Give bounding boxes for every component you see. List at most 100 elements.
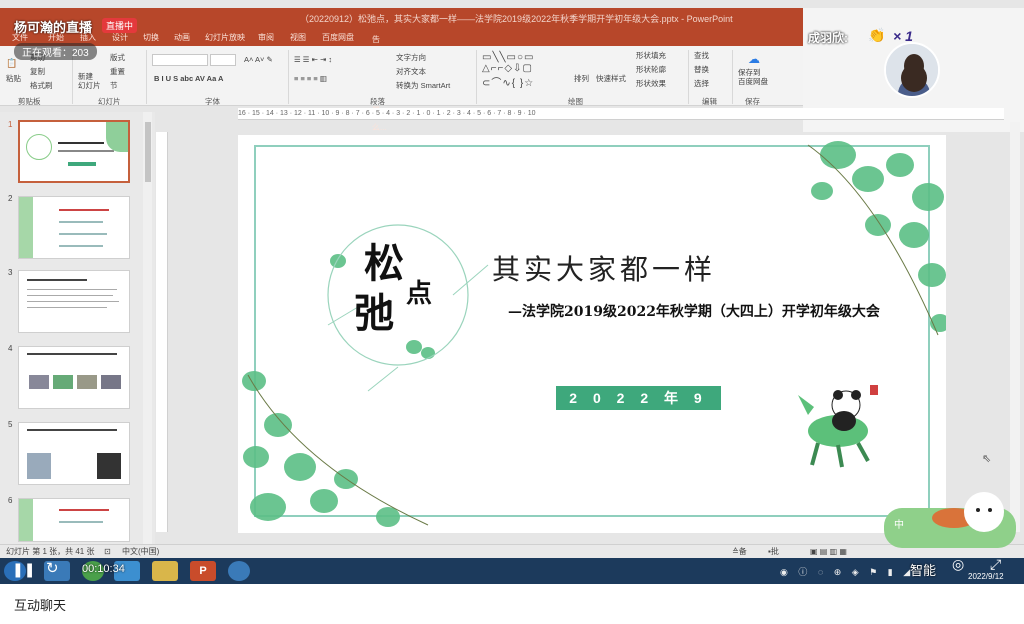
gift-sender-name: 成羽欣: xyxy=(808,31,848,45)
font-grow-shrink-buttons[interactable]: A˄ A˅ ✎ xyxy=(244,55,273,64)
editor-scrollbar[interactable] xyxy=(1010,122,1020,532)
copy-button[interactable]: 复制 xyxy=(30,66,45,77)
slide-canvas[interactable]: 松 弛 点 其实大家都一样 —法学院2019级2022年秋学期（大四上）开学初年… xyxy=(238,135,946,533)
tab-design[interactable]: 设计 xyxy=(112,32,128,43)
thumbnail-number: 6 xyxy=(8,496,13,505)
new-slide-button[interactable]: 新建 幻灯片 xyxy=(78,72,101,90)
quality-smart-button[interactable]: 智能 xyxy=(910,560,936,579)
thumb-line xyxy=(59,509,109,511)
thumb-photo xyxy=(77,375,97,389)
shape-fill-button[interactable]: 形状填充 xyxy=(636,50,666,61)
folder-icon[interactable] xyxy=(152,561,178,581)
slide-main-title: 其实大家都一样 xyxy=(492,253,717,286)
taskbar-date: 2022/9/12 xyxy=(968,572,1004,581)
quick-styles-button[interactable]: 快速样式 xyxy=(596,73,626,84)
thumb-leaf-decor xyxy=(19,197,33,258)
tab-view[interactable]: 视图 xyxy=(290,32,306,43)
reset-button[interactable]: 重置 xyxy=(110,66,125,77)
windows-taskbar: P ◉ ⓘ ◌ ⊕ ◈ ⚑ ▮ ◢ xyxy=(0,558,1024,584)
select-button[interactable]: 选择 xyxy=(694,78,709,89)
align-text-button[interactable]: 对齐文本 xyxy=(396,66,426,77)
system-tray-icons[interactable]: ◉ ⓘ ◌ ⊕ ◈ ⚑ ▮ ◢ xyxy=(780,565,914,578)
group-label-clipboard: 剪贴板 xyxy=(18,97,41,106)
group-label-paragraph: 段落 xyxy=(370,97,385,106)
text-direction-button[interactable]: 文字方向 xyxy=(396,52,426,63)
thumb-line xyxy=(59,521,103,523)
fullscreen-icon[interactable]: ⤢ xyxy=(990,556,1001,573)
tab-baidu-pan[interactable]: 百度网盘 xyxy=(322,32,354,43)
shape-effects-button[interactable]: 形状效果 xyxy=(636,78,666,89)
thumb-photo xyxy=(97,453,121,479)
slide-thumbnail-1[interactable] xyxy=(18,120,130,183)
thumb-leaf-decor xyxy=(19,499,33,541)
vertical-ruler xyxy=(156,132,168,532)
shape-outline-button[interactable]: 形状轮廓 xyxy=(636,64,666,75)
thumb-line xyxy=(27,279,87,281)
ribbon: 📋 粘贴 剪切 复制 格式刷 剪贴板 新建 幻灯片 版式 重置 节 幻灯片 A˄… xyxy=(0,46,803,106)
clapping-hands-icon: 👏 xyxy=(868,27,886,43)
slide-date-banner: 2 0 2 2 年 9 月 xyxy=(556,386,721,430)
tab-review[interactable]: 审阅 xyxy=(258,32,274,43)
powerpoint-icon[interactable]: P xyxy=(190,561,216,581)
comments-button[interactable]: ▪ 批注 xyxy=(768,545,779,569)
font-size-combo[interactable] xyxy=(210,54,236,66)
group-label-slides: 幻灯片 xyxy=(98,97,121,106)
smartart-button[interactable]: 转换为 SmartArt xyxy=(396,80,450,91)
thumbnail-scroll-thumb[interactable] xyxy=(145,122,151,182)
notes-button[interactable]: ≙ 备注 xyxy=(732,545,747,569)
view-buttons[interactable]: ▣ ▤ ▥ ▦ xyxy=(810,545,847,558)
leaf-decorations xyxy=(242,141,946,527)
thumb-line xyxy=(27,307,107,308)
slide-thumbnail-6[interactable] xyxy=(18,498,130,542)
arrange-button[interactable]: 排列 xyxy=(574,73,589,84)
save-to-baidu-button[interactable]: 保存到 百度网盘 xyxy=(738,68,768,86)
shapes-gallery[interactable]: ▭╲╲▭○▭ △⌐⌐◇⇩▢ ⊂⌒∿{ }☆ xyxy=(482,52,534,89)
sender-avatar xyxy=(884,42,940,98)
spellcheck-icon: ⊡ xyxy=(104,547,111,556)
group-label-save: 保存 xyxy=(745,97,760,106)
group-label-editing: 编辑 xyxy=(702,97,717,106)
slide-thumbnail-2[interactable] xyxy=(18,196,130,259)
pause-icon[interactable]: ❚❚ xyxy=(12,561,35,578)
tab-slideshow[interactable]: 幻灯片放映 xyxy=(205,32,245,43)
baidu-cloud-icon: ☁ xyxy=(748,52,760,66)
list-buttons[interactable]: ☰ ☰ ⇤ ⇥ ↕ xyxy=(294,55,332,64)
replace-button[interactable]: 替换 xyxy=(694,64,709,75)
thumb-line xyxy=(27,301,119,302)
thumb-line xyxy=(27,429,117,431)
slide-thumbnail-5[interactable] xyxy=(18,422,130,485)
tab-transitions[interactable]: 切换 xyxy=(143,32,159,43)
divider xyxy=(688,50,689,104)
layout-button[interactable]: 版式 xyxy=(110,52,125,63)
thumb-line xyxy=(27,289,117,290)
speed-icon[interactable]: ◎ xyxy=(952,556,964,573)
thumb-photo xyxy=(29,375,49,389)
window-title: （20220912）松弛点，其实大家都一样——法学院2019级2022年秋季学期… xyxy=(300,14,733,24)
font-style-buttons[interactable]: B I U S abc AV Aa A xyxy=(154,74,223,83)
find-button[interactable]: 查找 xyxy=(694,50,709,61)
thumb-line xyxy=(59,221,103,223)
group-label-font: 字体 xyxy=(205,97,220,106)
tab-animations[interactable]: 动画 xyxy=(174,32,190,43)
format-painter-button[interactable]: 格式刷 xyxy=(30,80,53,91)
slide-thumbnail-4[interactable] xyxy=(18,346,130,409)
section-button[interactable]: 节 xyxy=(110,80,118,91)
divider xyxy=(146,50,147,104)
thumbnail-number: 3 xyxy=(8,268,13,277)
align-buttons[interactable]: ≡ ≡ ≡ ≡ ▥ xyxy=(294,74,327,83)
language-status[interactable]: 中文(中国) xyxy=(122,545,159,558)
slide-subtitle: —法学院2019级2022年秋学期（大四上）开学初年级大会 xyxy=(508,304,880,320)
taskbar-app-icon[interactable] xyxy=(228,561,250,581)
divider xyxy=(732,50,733,104)
thumb-sub-line xyxy=(58,150,114,152)
thumb-line xyxy=(27,353,117,355)
font-name-combo[interactable] xyxy=(152,54,208,66)
playback-time: 00:10:34 xyxy=(82,563,125,575)
group-label-drawing: 绘图 xyxy=(568,97,583,106)
interactive-chat-label[interactable]: 互动聊天 xyxy=(14,595,66,614)
stream-screen: （20220912）松弛点，其实大家都一样——法学院2019级2022年秋季学期… xyxy=(0,0,1024,584)
slide-thumbnail-3[interactable] xyxy=(18,270,130,333)
thumb-circle-decor xyxy=(26,134,52,160)
paste-button[interactable]: 粘贴 xyxy=(6,73,21,84)
refresh-icon[interactable]: ↻ xyxy=(46,559,59,577)
